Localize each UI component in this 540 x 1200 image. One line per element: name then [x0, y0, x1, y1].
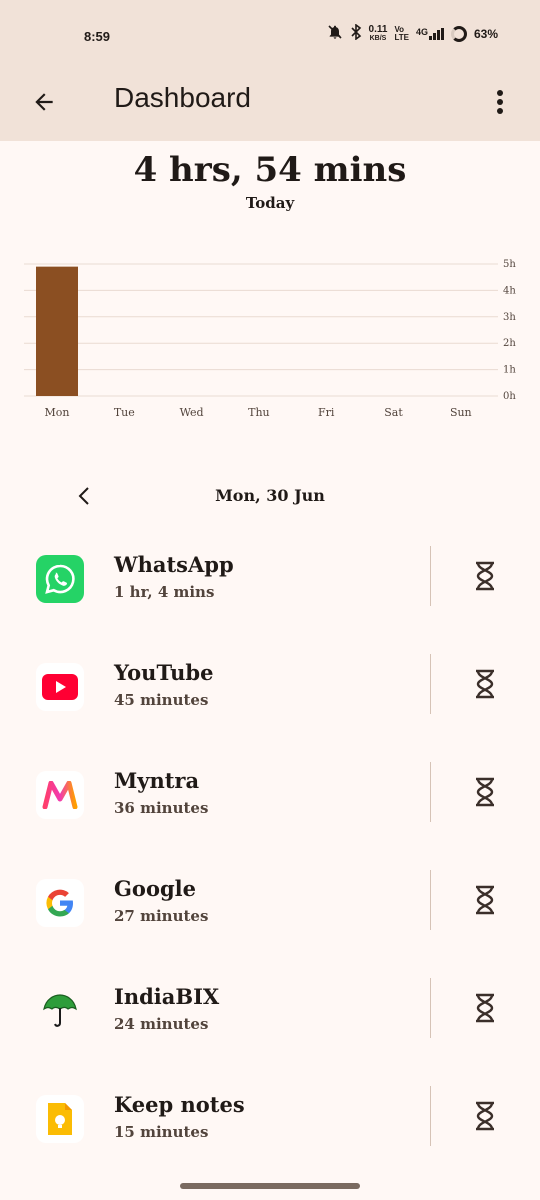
app-timer-button[interactable] [462, 1093, 508, 1139]
more-vert-icon [497, 90, 503, 114]
hourglass-icon [476, 1101, 494, 1131]
app-usage: 45 minutes [114, 691, 209, 709]
app-row-youtube[interactable]: YouTube 45 minutes [0, 640, 540, 748]
hourglass-icon [476, 777, 494, 807]
app-usage: 15 minutes [114, 1123, 209, 1141]
divider [430, 1086, 431, 1146]
app-row-myntra[interactable]: Myntra 36 minutes [0, 748, 540, 856]
volte-bottom: LTE [394, 32, 409, 42]
home-indicator[interactable] [180, 1183, 360, 1189]
app-timer-button[interactable] [462, 877, 508, 923]
arrow-back-icon [35, 93, 53, 111]
network-type-label: 4G [415, 26, 428, 37]
total-screen-time: 4 hrs, 54 mins [133, 150, 407, 190]
net-speed: 0.11 KB/S [368, 23, 388, 43]
chart-y-tick: 1h [503, 365, 516, 376]
app-row-whatsapp[interactable]: WhatsApp 1 hr, 4 mins [0, 532, 540, 640]
app-usage: 1 hr, 4 mins [114, 583, 215, 601]
selected-date: Mon, 30 Jun [215, 486, 325, 505]
chart-x-label-sun[interactable]: Sun [450, 406, 472, 419]
app-usage: 27 minutes [114, 907, 209, 925]
google-icon [36, 879, 84, 927]
app-usage: 36 minutes [114, 799, 209, 817]
app-name: Myntra [114, 768, 200, 793]
net-speed-unit: KB/S [369, 34, 387, 42]
chart-x-label-sat[interactable]: Sat [384, 406, 403, 419]
chart-x-label-fri[interactable]: Fri [318, 406, 335, 419]
divider [430, 978, 431, 1038]
chart-y-tick: 5h [503, 259, 516, 270]
date-navigation: Mon, 30 Jun [0, 472, 540, 518]
usage-bar-chart: 0h 1h 2h 3h 4h 5h Mon Tue Wed Thu Fri Sat Sun [24, 259, 516, 419]
indiabix-icon [36, 987, 84, 1035]
status-bar: 8:59 0.11 KB/S Vo LTE 4G 63% [0, 0, 540, 66]
status-time: 8:59 [84, 29, 111, 44]
chart-y-tick: 3h [503, 312, 516, 323]
chart-y-tick: 0h [503, 391, 516, 402]
network-type: 4G [415, 26, 444, 40]
whatsapp-icon [36, 555, 84, 603]
status-icons: 0.11 KB/S Vo LTE 4G 63% [327, 23, 498, 43]
app-row-keep-notes[interactable]: Keep notes 15 minutes [0, 1072, 540, 1180]
net-speed-value: 0.11 [368, 23, 388, 35]
app-name: Google [114, 876, 196, 901]
app-name: Keep notes [114, 1092, 245, 1117]
hourglass-icon [476, 993, 494, 1023]
divider [430, 654, 431, 714]
signal-icon [428, 27, 444, 40]
app-name: WhatsApp [114, 552, 234, 577]
app-row-google[interactable]: Google 27 minutes [0, 856, 540, 964]
chart-x-label-mon[interactable]: Mon [45, 406, 70, 419]
hourglass-icon [476, 561, 494, 591]
app-timer-button[interactable] [462, 985, 508, 1031]
keep-notes-icon [36, 1095, 84, 1143]
volte-indicator: Vo LTE [394, 25, 409, 42]
battery-percent: 63% [473, 26, 498, 41]
back-button[interactable] [22, 80, 66, 124]
app-timer-button[interactable] [462, 661, 508, 707]
chart-x-label-wed[interactable]: Wed [180, 406, 204, 419]
divider [430, 870, 431, 930]
youtube-icon [36, 663, 84, 711]
app-name: YouTube [114, 660, 214, 685]
app-usage: 24 minutes [114, 1015, 209, 1033]
hourglass-icon [476, 885, 494, 915]
page-title: Dashboard [114, 82, 251, 113]
more-options-button[interactable] [480, 80, 520, 124]
chart-x-label-tue[interactable]: Tue [114, 406, 135, 419]
app-timer-button[interactable] [462, 553, 508, 599]
app-bar: Dashboard [0, 66, 540, 141]
bluetooth-icon [350, 23, 362, 43]
chart-bar-mon[interactable] [36, 266, 78, 396]
myntra-icon [36, 771, 84, 819]
total-label: Today [245, 194, 295, 212]
battery-icon [450, 25, 467, 42]
chart-y-tick: 4h [503, 285, 516, 296]
app-timer-button[interactable] [462, 769, 508, 815]
app-name: IndiaBIX [114, 984, 220, 1009]
divider [430, 546, 431, 606]
app-row-indiabix[interactable]: IndiaBIX 24 minutes [0, 964, 540, 1072]
chart-y-tick: 2h [503, 338, 516, 349]
chart-x-label-thu[interactable]: Thu [248, 406, 270, 419]
divider [430, 762, 431, 822]
mute-bell-icon [327, 24, 343, 43]
hourglass-icon [476, 669, 494, 699]
